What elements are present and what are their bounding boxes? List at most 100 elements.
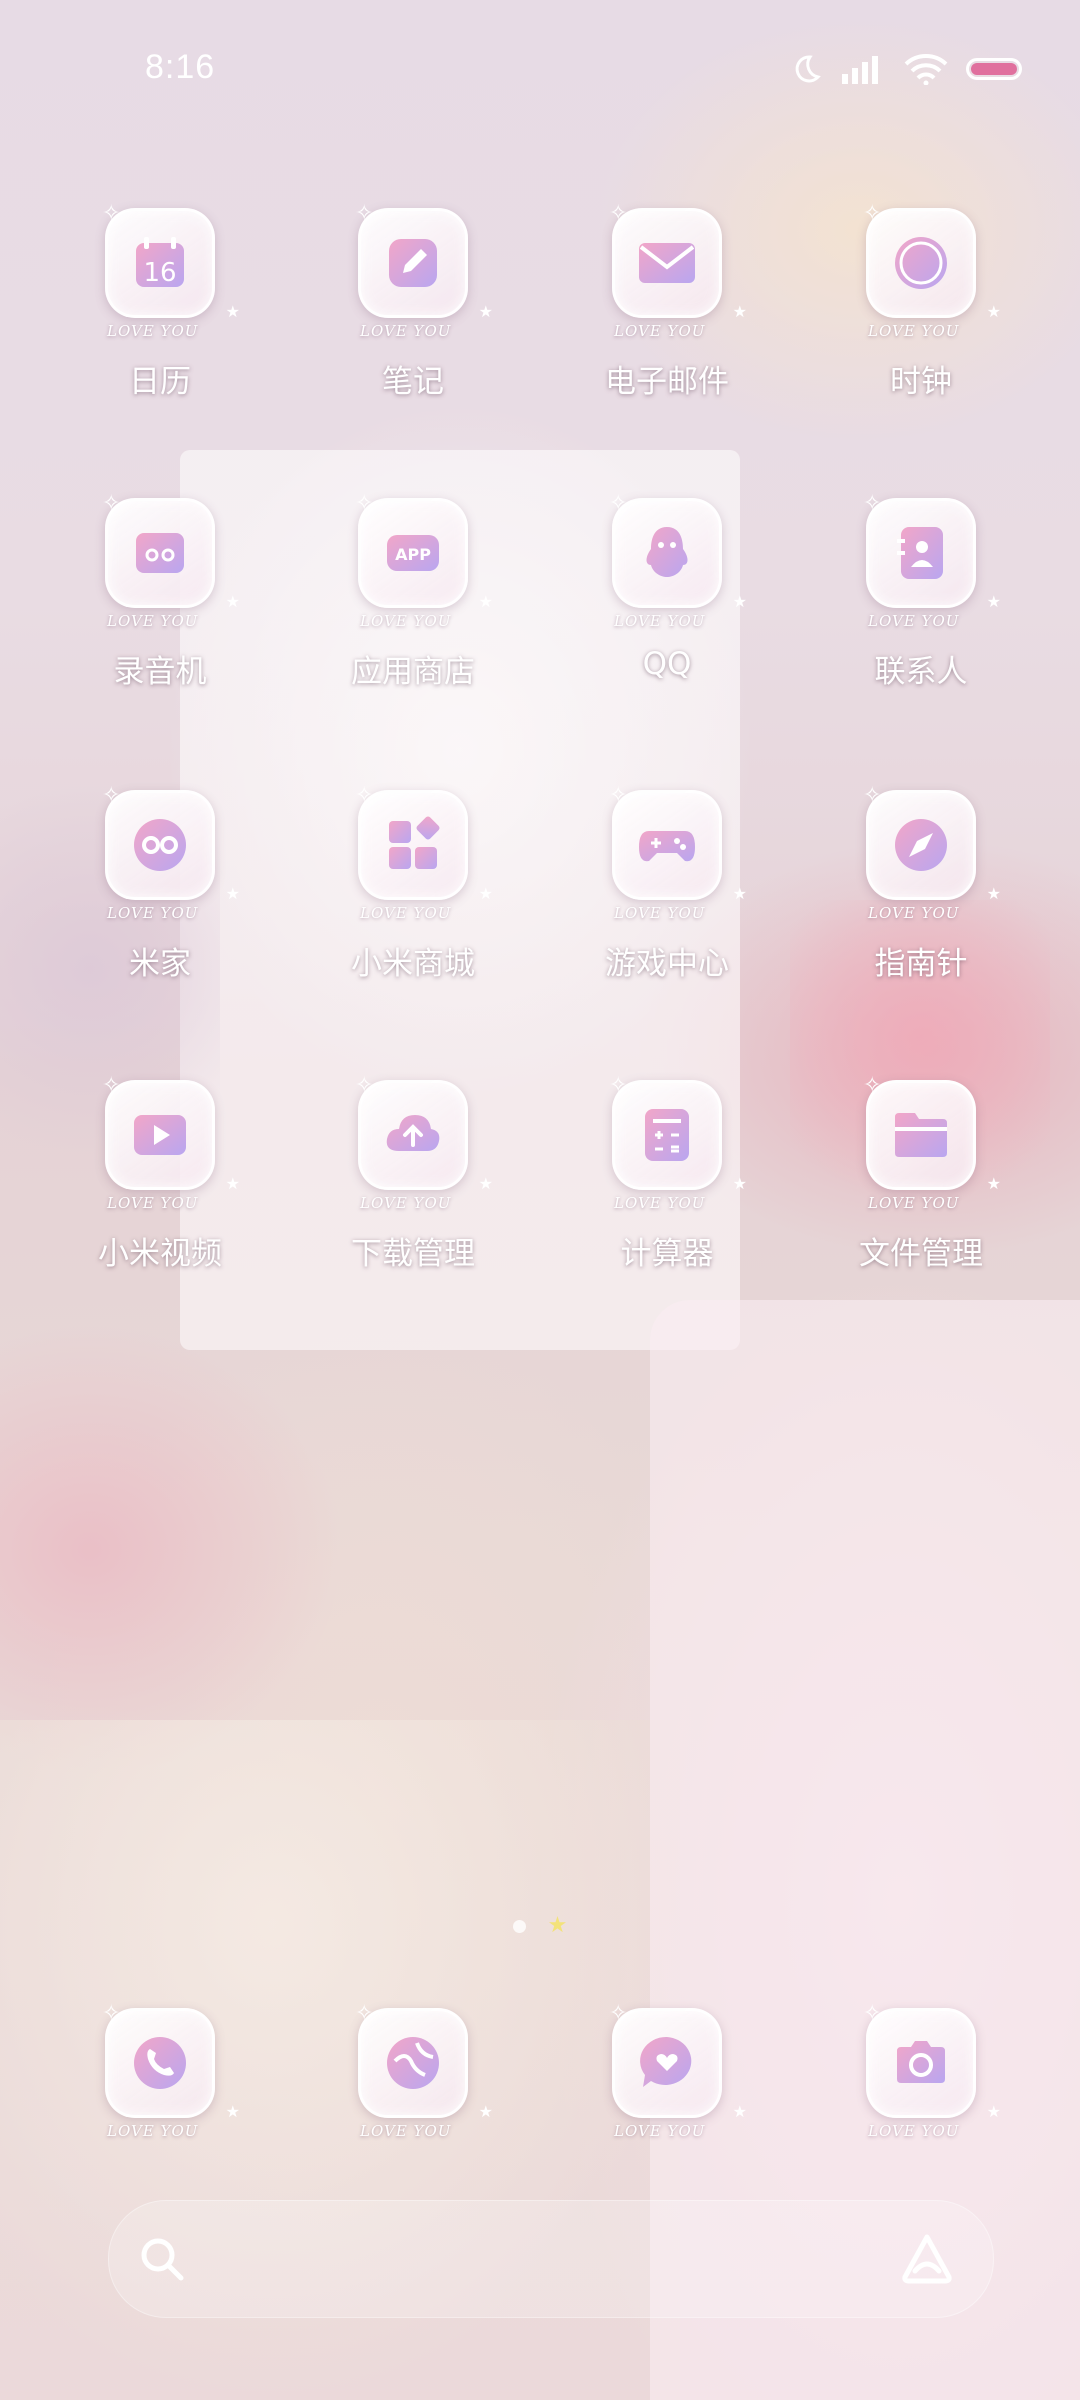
star-icon: ★ — [986, 1174, 1001, 1193]
love-you-caption: LOVE YOU — [613, 904, 706, 922]
glass-tile[interactable]: ✧ ★ — [102, 491, 240, 611]
notes-icon — [389, 239, 437, 287]
app-icon-frame[interactable]: ✧ ★ — [863, 1073, 1001, 1193]
app-contacts[interactable]: ✧ ★ LOVE YOU 联系人 — [794, 491, 1048, 728]
app-qq[interactable]: ✧ ★ LOVE YOU QQ — [540, 491, 794, 728]
glass-tile[interactable]: 16 ✧ ★ — [102, 201, 240, 321]
sparkle-icon: ✧ — [609, 783, 628, 808]
app-icon-frame[interactable]: ✧ ★ — [863, 491, 1001, 611]
clock-icon — [895, 237, 947, 289]
contacts-icon — [897, 527, 943, 579]
love-you-caption: LOVE YOU — [613, 2122, 706, 2140]
love-you-caption: LOVE YOU — [613, 1194, 706, 1212]
glass-tile[interactable]: ✧ ★ — [609, 1073, 747, 1193]
app-icon-frame[interactable]: ✧ ★ — [102, 2001, 240, 2121]
app-icon-frame[interactable]: ✧ ★ — [355, 1073, 493, 1193]
app-video[interactable]: ✧ ★ LOVE YOU 小米视频 — [33, 1073, 287, 1310]
glass-tile[interactable]: ✧ ★ — [863, 783, 1001, 903]
sparkle-icon: ✧ — [609, 2001, 628, 2026]
love-you-caption: LOVE YOU — [867, 612, 960, 630]
glass-tile[interactable]: ✧ ★ — [355, 1073, 493, 1193]
app-mail[interactable]: ✧ ★ LOVE YOU 电子邮件 — [540, 201, 794, 438]
glass-tile[interactable]: ✧ ★ — [102, 783, 240, 903]
glass-tile[interactable]: ✧ ★ — [355, 201, 493, 321]
bottom-search-bar[interactable] — [108, 2200, 994, 2318]
phone-icon — [134, 2037, 186, 2089]
sparkle-icon: ✧ — [355, 783, 374, 808]
app-icon-frame[interactable]: ✧ ★ — [609, 2001, 747, 2121]
glass-tile[interactable]: ✧ ★ — [863, 201, 1001, 321]
status-bar: 8:16 — [0, 0, 1080, 140]
camera-icon — [897, 2041, 945, 2083]
app-icon-frame[interactable]: ✧ ★ — [355, 2001, 493, 2121]
star-icon: ★ — [732, 1174, 747, 1193]
app-folder[interactable]: ✧ ★ LOVE YOU 文件管理 — [794, 1073, 1048, 1310]
app-icon-frame[interactable]: ✧ ★ — [609, 491, 747, 611]
calendar-date: 16 — [143, 258, 176, 288]
love-you-caption: LOVE YOU — [106, 2122, 199, 2140]
app-clock[interactable]: ✧ ★ LOVE YOU 时钟 — [794, 201, 1048, 438]
star-icon: ★ — [478, 2102, 493, 2121]
video-icon — [134, 1115, 186, 1155]
glass-tile[interactable]: ✧ ★ — [609, 783, 747, 903]
glass-tile[interactable]: ✧ ★ — [609, 201, 747, 321]
app-icon-frame[interactable]: ✧ ★ — [102, 491, 240, 611]
mijia-icon — [134, 819, 186, 871]
page-dot-1[interactable] — [512, 1919, 526, 1933]
home-screen: 8:16 16 ✧ ★ LOVE YOU 日历 ✧ ★ LOVE YOU 笔记 ✧ ★ LO — [0, 0, 1080, 2400]
star-icon: ★ — [732, 592, 747, 611]
folder-icon — [895, 1113, 947, 1157]
app-label: QQ — [642, 646, 692, 682]
app-label: 录音机 — [113, 654, 207, 690]
sparkle-icon: ✧ — [609, 491, 628, 516]
glass-tile[interactable]: ✧ ★ — [609, 491, 747, 611]
app-icon-frame[interactable]: ✧ ★ — [863, 783, 1001, 903]
glass-tile[interactable]: ✧ ★ — [863, 491, 1001, 611]
app-icon-frame[interactable]: ✧ ★ — [609, 1073, 747, 1193]
app-calculator[interactable]: ✧ ★ LOVE YOU 计算器 — [540, 1073, 794, 1310]
app-recorder[interactable]: ✧ ★ LOVE YOU 录音机 — [33, 491, 287, 728]
app-icon-frame[interactable]: ✧ ★ — [609, 201, 747, 321]
app-mi-store[interactable]: ✧ ★ LOVE YOU 小米商城 — [286, 783, 540, 1020]
app-compass[interactable]: ✧ ★ LOVE YOU 指南针 — [794, 783, 1048, 1020]
app-notes[interactable]: ✧ ★ LOVE YOU 笔记 — [286, 201, 540, 438]
star-icon: ★ — [225, 302, 240, 321]
page-dot-2-active[interactable]: ★ — [548, 1915, 568, 1937]
battery-level — [971, 63, 1017, 75]
app-icon-frame[interactable]: ✧ ★ — [863, 201, 1001, 321]
app-icon-frame[interactable]: ✧ ★ — [102, 1073, 240, 1193]
sparkle-icon: ✧ — [355, 1073, 374, 1098]
glass-tile[interactable]: ✧ ★ — [863, 2001, 1001, 2121]
sparkle-icon: ✧ — [863, 1073, 882, 1098]
assistant-icon[interactable] — [899, 2231, 955, 2287]
glass-tile[interactable]: ✧ ★ — [355, 783, 493, 903]
glass-tile[interactable]: ✧ ★ — [102, 1073, 240, 1193]
glass-tile[interactable]: ✧ ★ — [609, 2001, 747, 2121]
glass-tile[interactable]: APP ✧ ★ — [355, 491, 493, 611]
glass-tile[interactable]: ✧ ★ — [102, 2001, 240, 2121]
app-icon-frame[interactable]: ✧ ★ — [355, 783, 493, 903]
app-calendar[interactable]: 16 ✧ ★ LOVE YOU 日历 — [33, 201, 287, 438]
app-icon-frame[interactable]: APP ✧ ★ — [355, 491, 493, 611]
glass-tile[interactable]: ✧ ★ — [863, 1073, 1001, 1193]
app-mijia[interactable]: ✧ ★ LOVE YOU 米家 — [33, 783, 287, 1020]
app-icon-frame[interactable]: ✧ ★ — [102, 783, 240, 903]
app-download-cloud[interactable]: ✧ ★ LOVE YOU 下载管理 — [286, 1073, 540, 1310]
app-icon-frame[interactable]: ✧ ★ — [355, 201, 493, 321]
star-icon: ★ — [478, 1174, 493, 1193]
app-app-store[interactable]: APP ✧ ★ LOVE YOU 应用商店 — [286, 491, 540, 728]
love-you-caption: LOVE YOU — [613, 322, 706, 340]
app-label: 下载管理 — [351, 1236, 475, 1272]
sparkle-icon: ✧ — [863, 2001, 882, 2026]
recorder-icon — [136, 533, 184, 573]
app-icon-frame[interactable]: ✧ ★ — [609, 783, 747, 903]
glass-tile[interactable]: ✧ ★ — [355, 2001, 493, 2121]
app-icon-frame[interactable]: ✧ ★ — [863, 2001, 1001, 2121]
app-gamepad[interactable]: ✧ ★ LOVE YOU 游戏中心 — [540, 783, 794, 1020]
star-icon: ★ — [986, 592, 1001, 611]
app-label: 小米视频 — [98, 1236, 222, 1272]
app-icon-frame[interactable]: 16 ✧ ★ — [102, 201, 240, 321]
app-label: 米家 — [129, 946, 191, 982]
sparkle-icon: ✧ — [102, 1073, 121, 1098]
search-icon[interactable] — [137, 2234, 187, 2284]
